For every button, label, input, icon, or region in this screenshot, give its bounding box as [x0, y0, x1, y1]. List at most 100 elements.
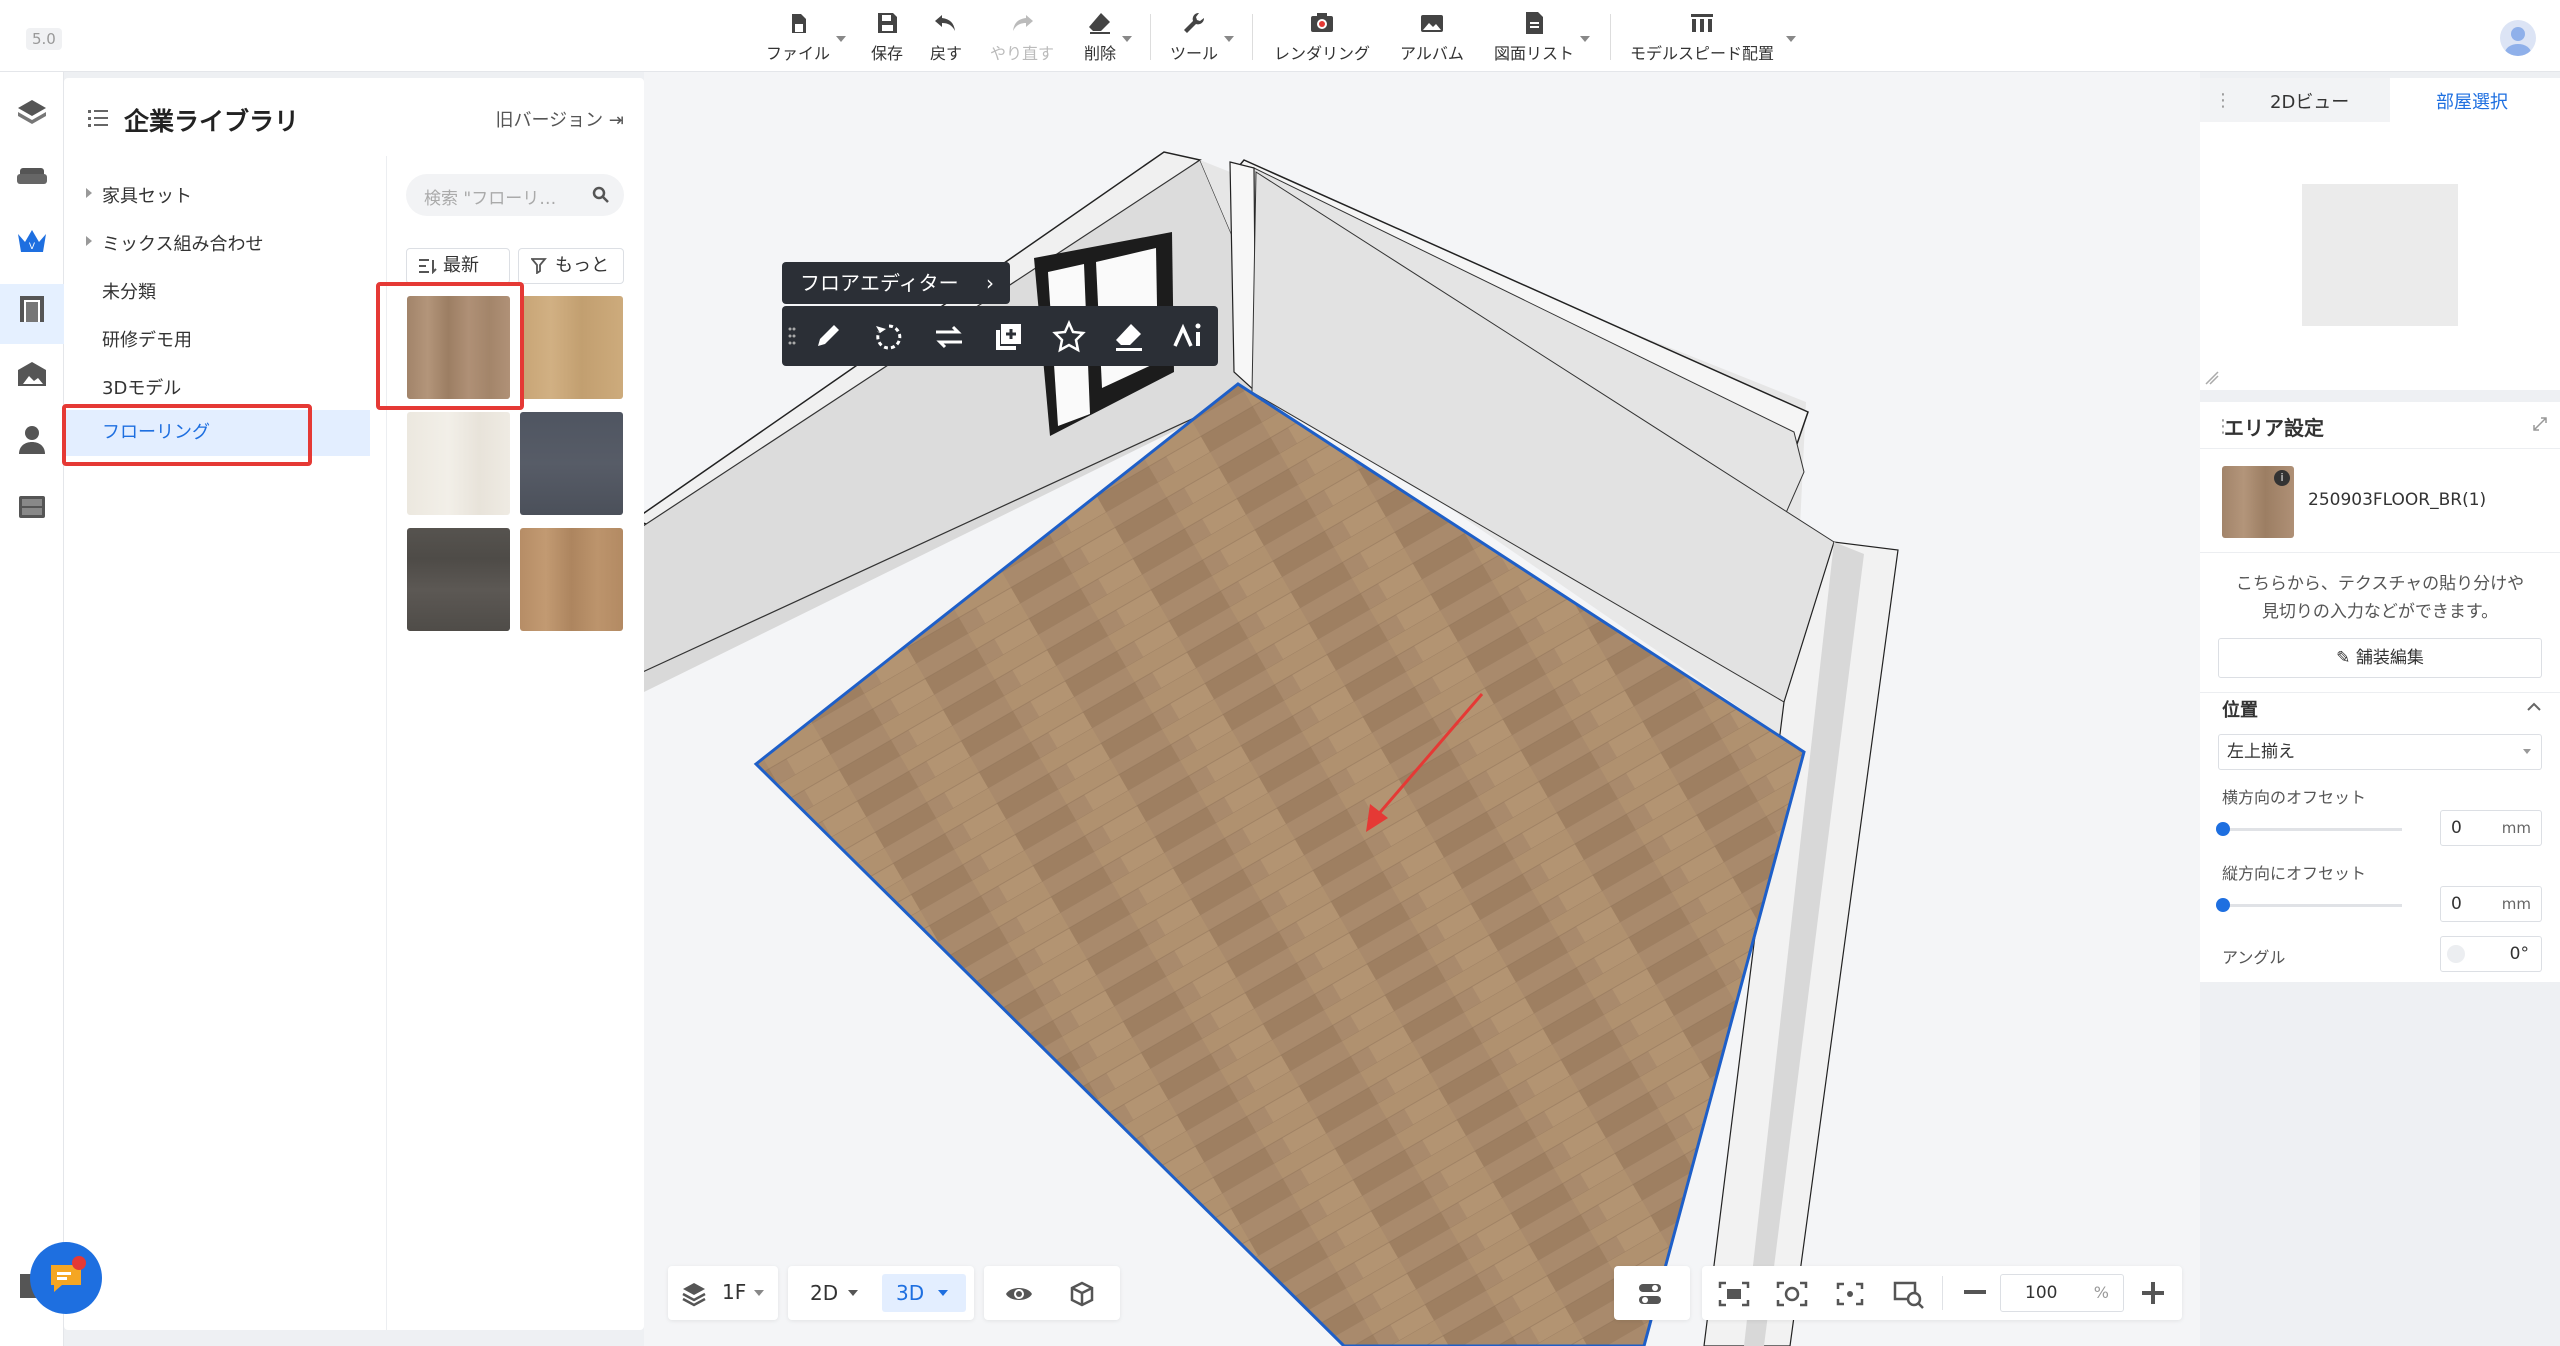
texture-tile-dark-gray[interactable] [520, 412, 623, 515]
texture-tile-light-oak[interactable] [520, 296, 623, 399]
slider-knob[interactable] [2216, 822, 2230, 836]
angle-dial-icon[interactable] [2447, 945, 2465, 963]
cabinet-icon[interactable] [14, 488, 50, 524]
camera-settings-icon[interactable] [1776, 1280, 1808, 1308]
category-uncategorized[interactable]: 未分類 [102, 278, 422, 304]
delete-button[interactable]: 削除 [1084, 10, 1133, 64]
area-settings-panel: ⋮ エリア設定 i 250903FLOOR_BR(1) こちらから、テクスチャの… [2200, 402, 2560, 982]
tools-label: ツール [1170, 44, 1219, 63]
display-controls [984, 1266, 1120, 1320]
view-2d-button[interactable]: 2D [796, 1274, 876, 1312]
user-icon [2505, 27, 2531, 56]
sofa-icon[interactable] [14, 158, 50, 194]
wrench-icon [1184, 12, 1205, 33]
zoom-input[interactable]: 100 % [2000, 1274, 2124, 1312]
user-avatar[interactable] [2500, 20, 2536, 56]
zoom-window-icon[interactable] [1892, 1280, 1926, 1310]
version-badge: 5.0 [26, 28, 62, 50]
tools-menu-button[interactable]: ツール [1170, 10, 1235, 64]
category-training-demo[interactable]: 研修デモ用 [102, 326, 422, 352]
album-button[interactable]: アルバム [1400, 10, 1464, 64]
toggle-icon[interactable] [1636, 1280, 1666, 1308]
v-offset-input[interactable]: 0 mm [2440, 886, 2542, 922]
sort-latest-label: 最新 [443, 255, 479, 276]
render-button[interactable]: レンダリング [1274, 10, 1370, 64]
section-divider [2200, 448, 2560, 449]
crown-icon[interactable]: V [14, 224, 50, 260]
filter-more-button[interactable]: もっと [518, 248, 624, 284]
alignment-select[interactable]: 左上揃え [2218, 734, 2542, 770]
wall-corner-post [1229, 161, 1257, 394]
minimap-preview[interactable] [2302, 184, 2458, 326]
sort-latest-button[interactable]: 最新 [406, 248, 510, 284]
floor-edit-toolbar [782, 306, 1218, 366]
search-input[interactable]: 検索 "フローリ… [406, 174, 624, 216]
eraser-icon[interactable] [1112, 320, 1146, 354]
rotate-icon[interactable] [872, 320, 906, 354]
texture-tile-white-wood[interactable] [407, 412, 510, 515]
file-menu-button[interactable]: ファイル [766, 10, 847, 64]
h-offset-slider[interactable] [2216, 822, 2402, 836]
view-3d-button[interactable]: 3D [882, 1274, 966, 1312]
slider-knob[interactable] [2216, 898, 2230, 912]
v-offset-slider[interactable] [2216, 898, 2402, 912]
drag-handle-icon[interactable] [788, 326, 796, 346]
v-offset-label: 縦方向にオフセット [2222, 864, 2367, 883]
columns-icon [1691, 14, 1713, 32]
texture-tile-walnut[interactable] [520, 528, 623, 631]
model-speed-button[interactable]: モデルスピード配置 [1630, 10, 1797, 64]
floorplan-icon[interactable] [14, 92, 50, 128]
floor-selector[interactable]: 1F [668, 1266, 778, 1320]
old-version-link[interactable]: 旧バージョン ⇥ [496, 106, 624, 132]
person-icon[interactable] [14, 422, 50, 458]
zoom-in-icon[interactable] [2142, 1282, 2164, 1304]
view-tabs: ⋮ 2Dビュー 部屋選択 [2200, 78, 2560, 122]
resize-handle-icon[interactable] [2204, 370, 2220, 386]
add-copy-icon[interactable] [992, 320, 1026, 354]
save-button[interactable]: 保存 [871, 10, 903, 64]
expand-icon[interactable] [2532, 416, 2548, 432]
info-icon[interactable]: i [2274, 470, 2290, 486]
structure-icon[interactable] [14, 356, 50, 392]
search-placeholder: 検索 "フローリ… [424, 189, 557, 209]
chat-support-button[interactable] [30, 1242, 102, 1314]
position-section-title: 位置 [2222, 700, 2258, 721]
floor-editor-button[interactable]: フロアエディター › [782, 262, 1010, 304]
redo-label: やり直す [990, 44, 1055, 63]
zoom-out-icon[interactable] [1964, 1290, 1986, 1296]
door-icon[interactable] [14, 290, 50, 326]
chevron-down-icon [938, 1290, 948, 1296]
category-mix-combination[interactable]: ミックス組み合わせ [86, 230, 422, 256]
drag-handle-icon[interactable]: ⋮ [2214, 90, 2232, 111]
document-icon [1526, 12, 1543, 34]
undo-icon [935, 15, 955, 31]
filter-more-label: もっと [555, 255, 609, 276]
redo-button[interactable]: やり直す [990, 10, 1054, 64]
tab-2d-view[interactable]: 2Dビュー [2270, 88, 2349, 114]
h-offset-label: 横方向のオフセット [2222, 788, 2367, 807]
category-furniture-set[interactable]: 家具セット [86, 182, 422, 208]
ai-icon[interactable] [1172, 320, 1206, 354]
tab-room-select[interactable]: 部屋選択 [2436, 88, 2508, 114]
material-thumbnail[interactable]: i [2222, 466, 2294, 538]
eye-icon[interactable] [1004, 1280, 1034, 1308]
fit-selection-icon[interactable] [1718, 1280, 1750, 1308]
undo-button[interactable]: 戻す [930, 10, 962, 64]
cube-icon[interactable] [1066, 1280, 1096, 1308]
star-icon[interactable] [1052, 320, 1086, 354]
pencil-icon[interactable] [812, 320, 846, 354]
focus-icon[interactable] [1834, 1280, 1866, 1308]
drawings-menu-button[interactable]: 図面リスト [1494, 10, 1591, 64]
redo-icon [1013, 15, 1033, 31]
h-offset-input[interactable]: 0 mm [2440, 810, 2542, 846]
area-settings-title: エリア設定 [2224, 416, 2324, 440]
texture-tile-charcoal-wood[interactable] [407, 528, 510, 631]
category-3d-model[interactable]: 3Dモデル [102, 374, 422, 400]
swap-icon[interactable] [932, 320, 966, 354]
angle-input[interactable]: 0° [2440, 936, 2542, 972]
material-name: 250903FLOOR_BR(1) [2308, 490, 2487, 510]
pavement-edit-button[interactable]: ✎ 舗装編集 [2218, 638, 2542, 678]
list-icon[interactable] [88, 108, 110, 128]
chevron-up-icon[interactable] [2526, 700, 2542, 712]
sort-icon [419, 259, 437, 274]
